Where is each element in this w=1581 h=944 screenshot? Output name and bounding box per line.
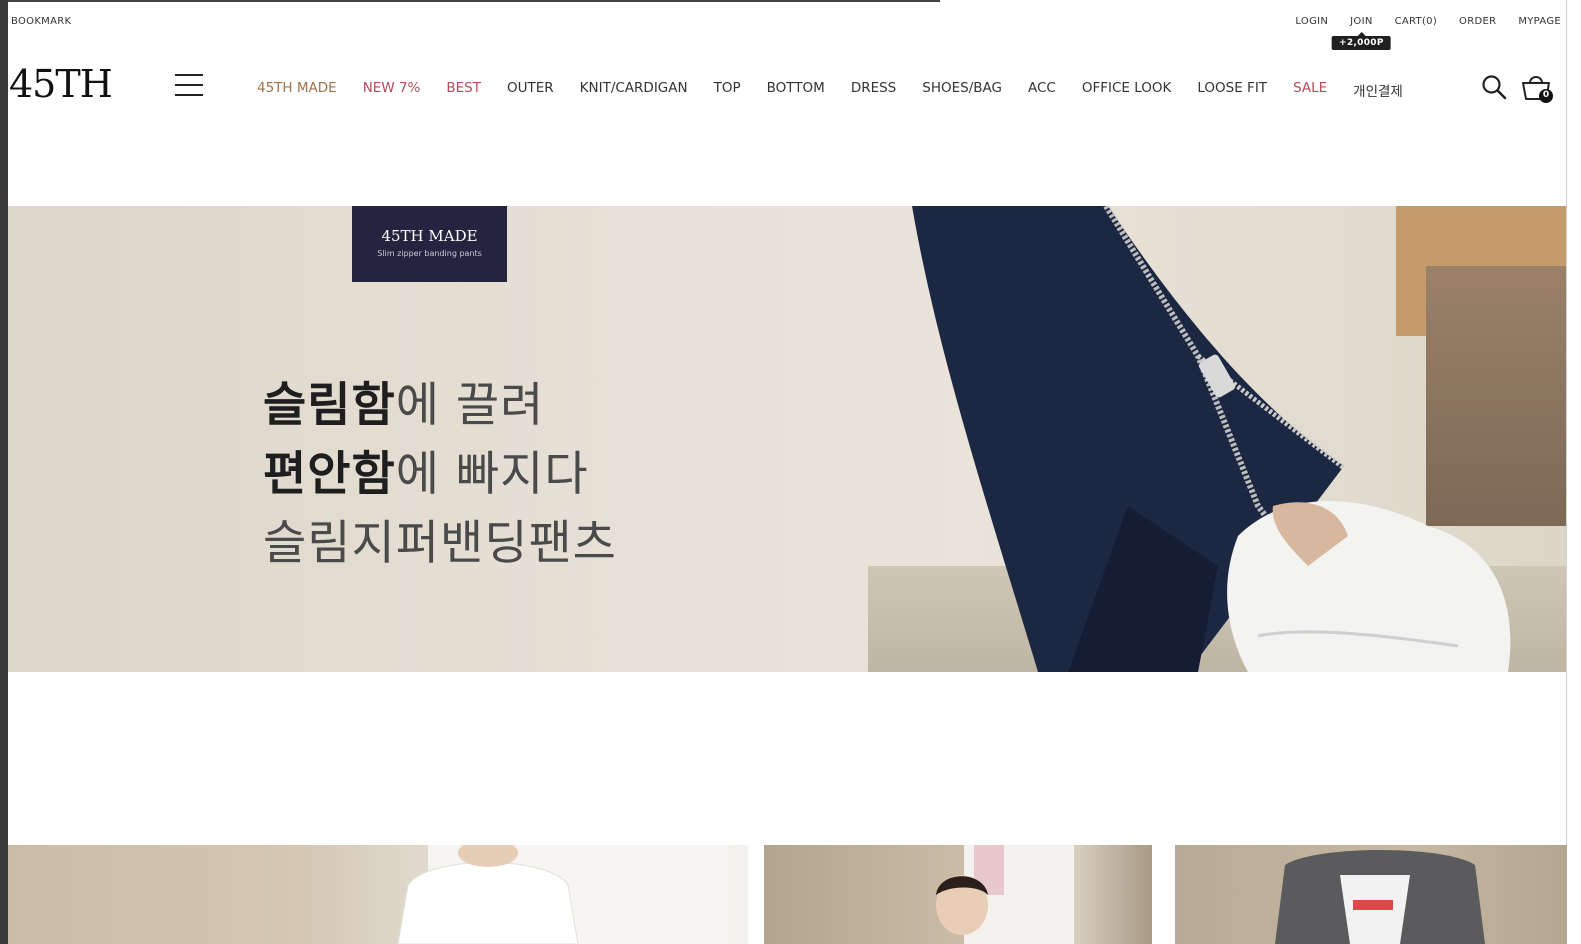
product-thumbnail-2[interactable]: [764, 845, 1152, 944]
hero-tag-title: 45TH MADE: [381, 227, 478, 245]
thumbnail-3-photo: [1275, 850, 1485, 944]
nav-item-office-look[interactable]: OFFICE LOOK: [1082, 80, 1172, 100]
thumbnail-2-photo: [936, 845, 1074, 944]
nav-item-sale[interactable]: SALE: [1293, 80, 1327, 100]
bookmark-link[interactable]: BOOKMARK: [11, 16, 71, 27]
page-load-progress: [8, 0, 940, 2]
site-logo[interactable]: 45TH: [9, 62, 113, 106]
nav-item-best[interactable]: BEST: [446, 80, 481, 100]
hero-line-2-rest: 에 빠지다: [395, 447, 589, 502]
account-links: LOGIN JOIN +2,000P CART(0) ORDER MYPAGE: [1295, 16, 1561, 50]
nav-item-shoes-bag[interactable]: SHOES/BAG: [922, 80, 1002, 100]
cart-link[interactable]: CART(0): [1395, 16, 1437, 27]
search-icon[interactable]: [1481, 74, 1507, 100]
hero-line-1: 슬림함에 끌려: [263, 371, 617, 440]
nav-item-dress[interactable]: DRESS: [851, 80, 896, 100]
join-link[interactable]: JOIN: [1350, 16, 1372, 27]
hero-tag-subtitle: Slim zipper banding pants: [377, 249, 482, 258]
login-link[interactable]: LOGIN: [1295, 16, 1328, 27]
nav-item-top[interactable]: TOP: [714, 80, 741, 100]
main-category-nav: 45TH MADE NEW 7% BEST OUTER KNIT/CARDIGA…: [257, 80, 1403, 100]
hero-product-photo: [912, 206, 1511, 672]
nav-item-knit-cardigan[interactable]: KNIT/CARDIGAN: [580, 80, 688, 100]
hero-line-1-bold: 슬림함: [263, 378, 396, 433]
hero-line-3: 슬림지퍼밴딩팬츠: [263, 516, 617, 571]
cart-count-badge: 0: [1542, 90, 1550, 100]
nav-item-loose-fit[interactable]: LOOSE FIT: [1197, 80, 1267, 100]
shopping-bag-icon[interactable]: 0: [1520, 72, 1556, 104]
join-link-wrap: JOIN +2,000P: [1332, 16, 1391, 50]
hero-line-2: 편안함에 빠지다: [263, 440, 617, 509]
mypage-link[interactable]: MYPAGE: [1518, 16, 1561, 27]
product-thumbnail-3[interactable]: [1175, 845, 1567, 944]
nav-item-new[interactable]: NEW 7%: [363, 80, 421, 100]
nav-item-personal-payment[interactable]: 개인결제: [1353, 80, 1403, 100]
window-left-border: [0, 0, 8, 944]
top-utility-bar: BOOKMARK LOGIN JOIN +2,000P CART(0) ORDE…: [11, 16, 1561, 50]
product-thumbnail-1[interactable]: [8, 845, 748, 944]
order-link[interactable]: ORDER: [1459, 16, 1496, 27]
hero-banner[interactable]: 45TH MADE Slim zipper banding pants 슬림함에…: [8, 206, 1566, 672]
nav-item-bottom[interactable]: BOTTOM: [767, 80, 825, 100]
hero-line-1-rest: 에 끌려: [395, 378, 545, 433]
hero-headline: 슬림함에 끌려 편안함에 빠지다 슬림지퍼밴딩팬츠: [263, 371, 617, 578]
scrollbar[interactable]: [1566, 0, 1581, 944]
nav-item-acc[interactable]: ACC: [1028, 80, 1056, 100]
hero-line-2-bold: 편안함: [263, 447, 396, 502]
nav-item-outer[interactable]: OUTER: [507, 80, 554, 100]
nav-item-45th-made[interactable]: 45TH MADE: [257, 80, 337, 100]
hamburger-icon[interactable]: [175, 74, 203, 96]
hero-product-tag: 45TH MADE Slim zipper banding pants: [352, 206, 507, 282]
thumbnail-1-photo: [397, 845, 728, 944]
join-points-badge: +2,000P: [1332, 32, 1391, 50]
